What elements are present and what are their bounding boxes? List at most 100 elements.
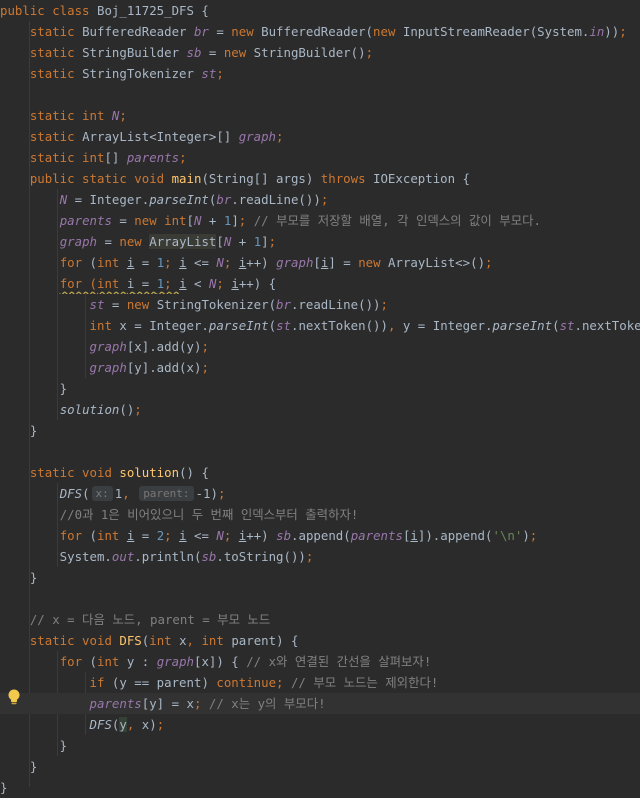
- code-token: (y == parent): [112, 675, 216, 690]
- code-token: ;: [239, 213, 254, 228]
- code-token: [0, 150, 30, 165]
- code-token: .nextToken()): [291, 318, 388, 333]
- code-token: [: [187, 213, 194, 228]
- code-editor[interactable]: public class Boj_11725_DFS { static Buff…: [0, 0, 640, 795]
- code-token: ++) {: [239, 276, 276, 291]
- code-line[interactable]: int x = Integer.parseInt(st.nextToken())…: [0, 315, 640, 336]
- code-token: // x는 y의 부모다!: [209, 696, 326, 711]
- code-token: DFS: [119, 633, 141, 648]
- code-token: [: [216, 234, 223, 249]
- code-token: static int: [30, 108, 112, 123]
- code-token: [0, 633, 30, 648]
- code-line[interactable]: static ArrayList<Integer>[] graph;: [0, 126, 640, 147]
- code-line[interactable]: static void solution() {: [0, 462, 640, 483]
- code-token: static: [30, 129, 82, 144]
- code-token: graph: [239, 129, 276, 144]
- code-token: {: [201, 3, 208, 18]
- code-token: graph: [276, 255, 313, 270]
- code-token: int: [97, 654, 127, 669]
- code-token: i: [231, 276, 238, 291]
- code-line[interactable]: // x = 다음 노드, parent = 부모 노드: [0, 609, 640, 630]
- code-line[interactable]: DFS(x:1, parent:-1);: [0, 483, 640, 504]
- code-token: static int: [30, 150, 105, 165]
- code-token: i: [179, 276, 186, 291]
- parameter-hint: parent:: [139, 486, 193, 501]
- code-line[interactable]: solution();: [0, 399, 640, 420]
- code-token: parseInt: [492, 318, 552, 333]
- code-token: graph: [157, 654, 194, 669]
- code-line[interactable]: for (int y : graph[x]) { // x와 연결된 간선을 살…: [0, 651, 640, 672]
- code-token: ;: [218, 486, 225, 501]
- code-line[interactable]: DFS(y, x);: [0, 714, 640, 735]
- code-line[interactable]: static BufferedReader br = new BufferedR…: [0, 21, 640, 42]
- code-token: (: [90, 255, 97, 270]
- code-line[interactable]: }: [0, 378, 640, 399]
- code-token: ;: [321, 192, 328, 207]
- code-token: }: [0, 780, 7, 795]
- code-token: <=: [187, 255, 217, 270]
- code-token: parents: [90, 696, 142, 711]
- code-line[interactable]: }: [0, 756, 640, 777]
- code-line[interactable]: System.out.println(sb.toString());: [0, 546, 640, 567]
- code-line[interactable]: for (int i = 1; i <= N; i++) graph[i] = …: [0, 252, 640, 273]
- code-token: throws: [321, 171, 373, 186]
- code-token: ;: [216, 66, 223, 81]
- code-token: for: [60, 255, 90, 270]
- code-line[interactable]: [0, 441, 640, 462]
- code-token: new: [373, 24, 403, 39]
- code-line[interactable]: for (int i = 2; i <= N; i++) sb.append(p…: [0, 525, 640, 546]
- code-line[interactable]: st = new StringTokenizer(br.readLine());: [0, 294, 640, 315]
- lightbulb-icon[interactable]: [6, 688, 22, 706]
- code-token: new int: [134, 213, 186, 228]
- code-line[interactable]: parents[y] = x; // x는 y의 부모다!: [0, 693, 640, 714]
- code-token: ): [522, 528, 529, 543]
- code-token: (: [90, 528, 97, 543]
- code-line[interactable]: static int N;: [0, 105, 640, 126]
- code-token: }: [0, 381, 67, 396]
- code-token: ;: [201, 360, 208, 375]
- code-line[interactable]: [0, 84, 640, 105]
- code-token: ;: [157, 717, 164, 732]
- code-line[interactable]: //0과 1은 비어있으니 두 번째 인덱스부터 출력하자!: [0, 504, 640, 525]
- code-line[interactable]: graph = new ArrayList[N + 1];: [0, 231, 640, 252]
- code-token: +: [201, 213, 223, 228]
- code-line[interactable]: public static void main(String[] args) t…: [0, 168, 640, 189]
- code-token: [0, 66, 30, 81]
- code-line[interactable]: static void DFS(int x, int parent) {: [0, 630, 640, 651]
- code-line[interactable]: public class Boj_11725_DFS {: [0, 0, 640, 21]
- code-token: =: [134, 528, 156, 543]
- code-token: parents: [60, 213, 112, 228]
- code-token: i: [179, 528, 186, 543]
- code-token: =: [209, 24, 231, 39]
- code-token: out: [112, 549, 134, 564]
- code-line[interactable]: for (int i = 1; i < N; i++) {: [0, 273, 640, 294]
- code-token: static: [30, 66, 82, 81]
- code-token: ;: [164, 255, 179, 270]
- code-line[interactable]: }: [0, 735, 640, 756]
- code-token: i: [410, 528, 417, 543]
- code-token: ;: [619, 24, 626, 39]
- code-line[interactable]: static StringTokenizer st;: [0, 63, 640, 84]
- code-token: for (: [60, 276, 97, 291]
- code-token: [0, 255, 60, 270]
- code-token: (: [552, 318, 559, 333]
- code-token: st: [560, 318, 575, 333]
- code-line[interactable]: }: [0, 420, 640, 441]
- code-token: st: [90, 297, 105, 312]
- code-line[interactable]: N = Integer.parseInt(br.readLine());: [0, 189, 640, 210]
- code-line[interactable]: graph[x].add(y);: [0, 336, 640, 357]
- code-token: [0, 654, 60, 669]
- code-line[interactable]: parents = new int[N + 1]; // 부모를 저장할 배열,…: [0, 210, 640, 231]
- code-line[interactable]: [0, 588, 640, 609]
- code-token: <=: [187, 528, 217, 543]
- code-token: ;: [201, 339, 208, 354]
- code-token: ;: [224, 255, 239, 270]
- code-line[interactable]: graph[y].add(x);: [0, 357, 640, 378]
- code-token: // x = 다음 노드, parent = 부모 노드: [30, 612, 270, 627]
- code-token: +: [231, 234, 253, 249]
- code-line[interactable]: static StringBuilder sb = new StringBuil…: [0, 42, 640, 63]
- code-line[interactable]: }: [0, 567, 640, 588]
- code-line[interactable]: static int[] parents;: [0, 147, 640, 168]
- code-line[interactable]: if (y == parent) continue; // 부모 노드는 제외한…: [0, 672, 640, 693]
- code-token: ,: [122, 486, 137, 501]
